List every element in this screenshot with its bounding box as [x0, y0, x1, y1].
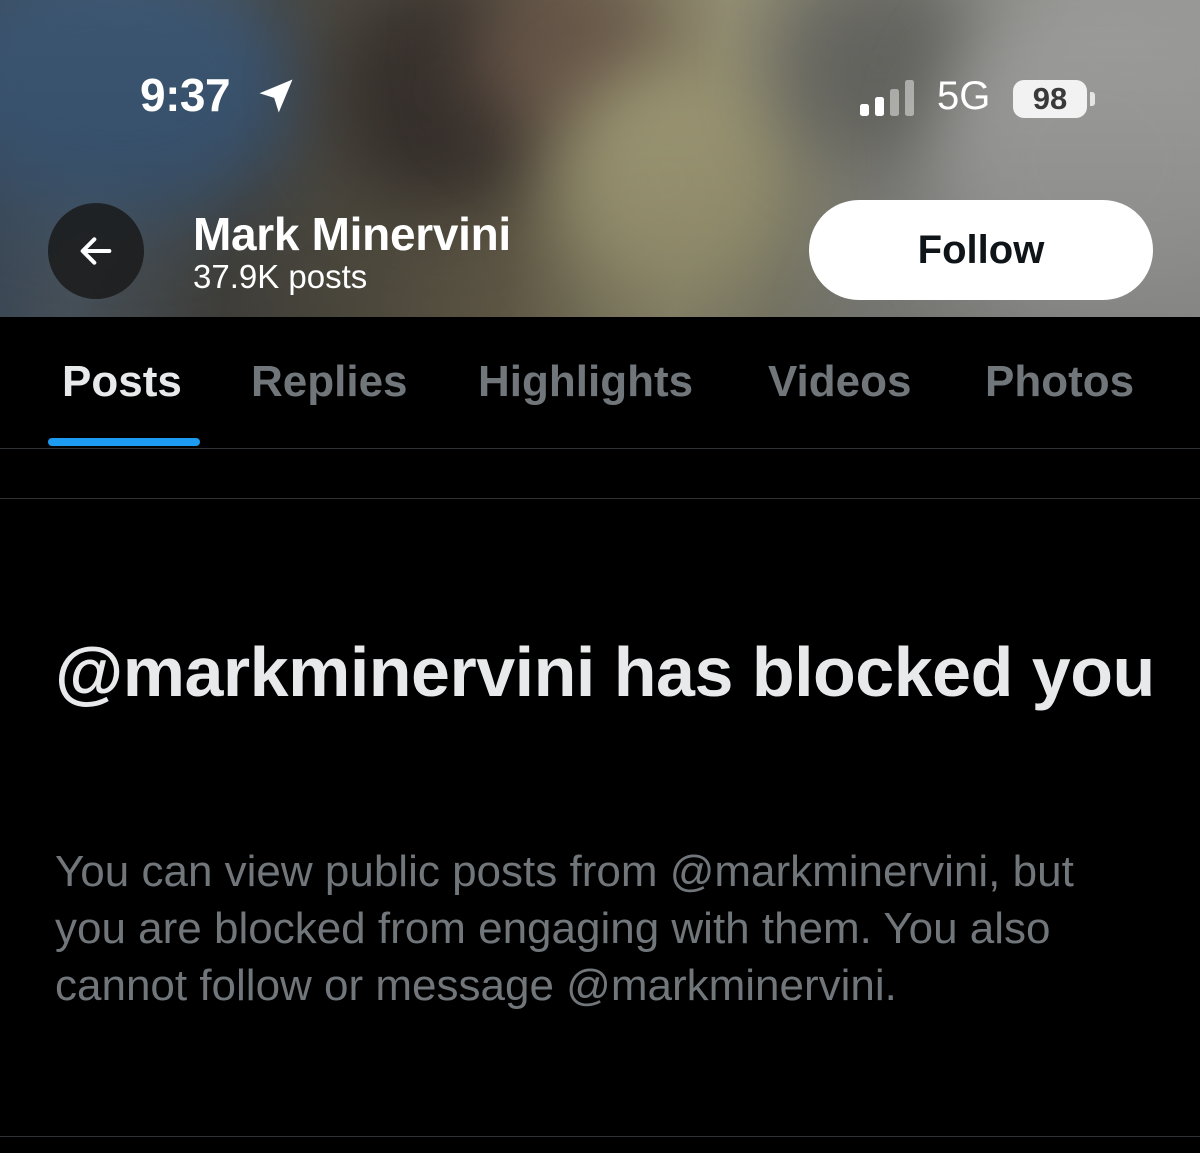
status-time: 9:37	[140, 69, 231, 121]
follow-button[interactable]: Follow	[809, 200, 1153, 300]
tab-videos[interactable]: Videos	[768, 357, 911, 407]
blocked-description: You can view public posts from @markmine…	[55, 847, 1074, 1010]
post-count: 37.9K posts	[193, 258, 368, 295]
tab-photos[interactable]: Photos	[985, 357, 1134, 407]
battery-indicator: 98	[1013, 80, 1087, 118]
active-tab-indicator	[48, 438, 200, 446]
back-button[interactable]	[48, 203, 144, 299]
bottom-divider	[0, 1136, 1200, 1137]
location-arrow-icon	[259, 79, 293, 113]
battery-terminal	[1090, 92, 1095, 106]
tab-replies[interactable]: Replies	[251, 357, 408, 407]
profile-screen: 9:37 5G 98 Mark Minervini 37.9K posts Fo…	[0, 0, 1200, 1153]
tab-highlights[interactable]: Highlights	[478, 357, 693, 407]
profile-name: Mark Minervini	[193, 208, 511, 260]
cellular-signal-icon	[860, 80, 914, 116]
tabs-divider	[0, 448, 1200, 449]
blocked-title: @markminervini has blocked you	[55, 633, 1155, 711]
profile-tabs: Posts Replies Highlights Videos Photos	[0, 317, 1200, 449]
tab-posts[interactable]: Posts	[62, 357, 182, 407]
arrow-left-icon	[80, 237, 112, 265]
section-divider	[0, 498, 1200, 499]
network-type: 5G	[937, 74, 991, 118]
